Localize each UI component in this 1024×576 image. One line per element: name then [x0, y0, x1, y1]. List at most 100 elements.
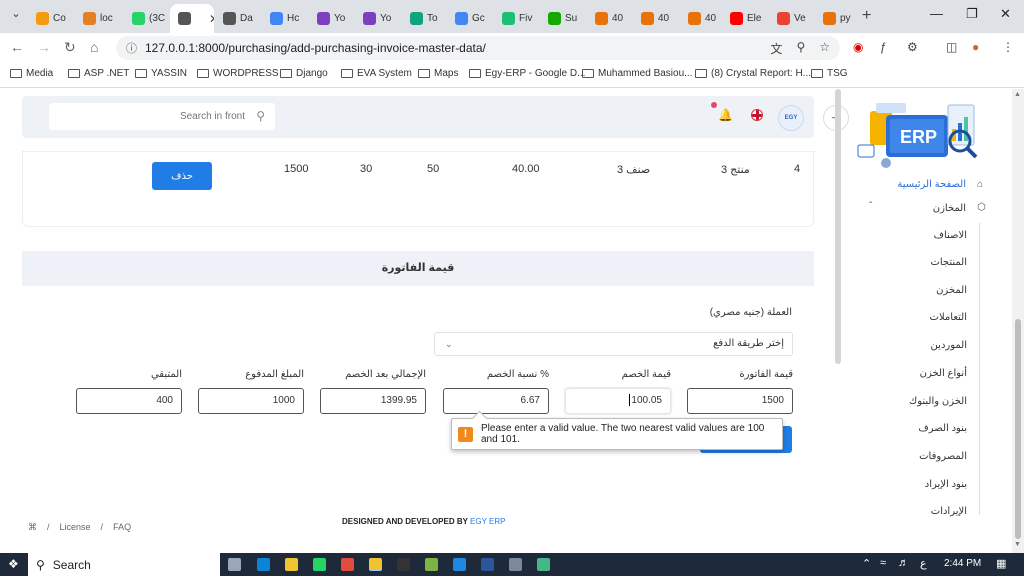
- paid-amount-field[interactable]: 1000: [198, 388, 304, 414]
- chevron-up-icon[interactable]: ˆ: [869, 201, 872, 212]
- bookmark-item[interactable]: Django: [280, 68, 328, 79]
- sidebar-subitem[interactable]: التعاملات: [930, 312, 967, 323]
- browser-tab[interactable]: (3C: [124, 6, 168, 30]
- translate-icon[interactable]: 文: [770, 40, 782, 57]
- scroll-down-icon[interactable]: ▼: [1014, 541, 1021, 548]
- notifications-icon[interactable]: ▦: [996, 557, 1006, 570]
- edge-icon[interactable]: [257, 558, 270, 571]
- page-scrollbar[interactable]: ▲ ▼: [1012, 89, 1024, 553]
- app3-icon[interactable]: [509, 558, 522, 571]
- browser-tab[interactable]: Ve: [769, 6, 813, 30]
- browser-tab[interactable]: py: [815, 6, 859, 30]
- language-flag-icon[interactable]: [751, 109, 763, 121]
- browser-tab[interactable]: Su: [540, 6, 584, 30]
- info-icon[interactable]: ⓘ: [126, 40, 137, 56]
- browser-menu-icon[interactable]: ⋮: [1002, 40, 1014, 54]
- taskbar-search[interactable]: ⚲ Search: [28, 553, 220, 576]
- browser-tab[interactable]: loc: [75, 6, 119, 30]
- reload-icon[interactable]: ↻: [64, 39, 76, 56]
- windows-start-icon[interactable]: ❖: [8, 557, 19, 571]
- browser-tab[interactable]: To: [402, 6, 446, 30]
- home-icon[interactable]: ⌂: [90, 39, 98, 55]
- app-icon[interactable]: [341, 558, 354, 571]
- bookmark-item[interactable]: (8) Crystal Report: H...: [695, 68, 811, 79]
- bookmark-item[interactable]: Maps: [418, 68, 458, 79]
- app2-icon[interactable]: [425, 558, 438, 571]
- sidebar-subitem[interactable]: المخزن: [936, 285, 967, 296]
- tab-search-chevron-icon[interactable]: ⌄: [6, 7, 26, 25]
- discount-value-field[interactable]: 100.05: [565, 388, 671, 414]
- font-extension-icon[interactable]: ƒ: [880, 40, 887, 54]
- payment-method-select[interactable]: ⌄ إختر طريقة الدفع: [434, 332, 793, 356]
- clock[interactable]: 2:44 PM: [944, 558, 981, 569]
- scrollbar-thumb[interactable]: [1015, 319, 1021, 539]
- word-icon[interactable]: [481, 558, 494, 571]
- opera-extension-icon[interactable]: ◉: [853, 40, 863, 54]
- bookmark-item[interactable]: WORDPRESS: [197, 68, 279, 79]
- browser-tab[interactable]: Co: [28, 6, 72, 30]
- new-tab-button[interactable]: +: [862, 7, 871, 25]
- forward-icon[interactable]: →: [37, 39, 51, 55]
- faq-link[interactable]: FAQ: [113, 522, 131, 533]
- license-link[interactable]: License: [60, 522, 91, 533]
- discount-percent-field[interactable]: 6.67: [443, 388, 549, 414]
- whatsapp-icon[interactable]: [313, 558, 326, 571]
- sidebar-subitem[interactable]: الاصناف: [934, 230, 967, 241]
- brand-link[interactable]: EGY ERP: [470, 517, 505, 526]
- search-input[interactable]: [49, 103, 249, 130]
- bookmark-item[interactable]: Muhammed Basiou...: [582, 68, 693, 79]
- sidebar-subitem[interactable]: أنواع الخزن: [920, 368, 967, 379]
- scroll-up-icon[interactable]: ▲: [1014, 91, 1021, 98]
- bookmark-item[interactable]: Egy-ERP - Google D...: [469, 68, 585, 79]
- back-icon[interactable]: ←: [10, 39, 24, 55]
- browser-tab[interactable]: Gc: [447, 6, 491, 30]
- sidebar-item-home[interactable]: الصفحة الرئيسية: [897, 179, 966, 190]
- avatar[interactable]: EGY: [778, 105, 804, 131]
- browser-tab[interactable]: 40: [633, 6, 677, 30]
- sidebar-subitem[interactable]: بنود الصرف: [918, 423, 967, 434]
- extensions-puzzle-icon[interactable]: ⚙: [907, 40, 918, 54]
- volume-icon[interactable]: ♬: [898, 557, 909, 569]
- bookmark-item[interactable]: ASP .NET: [68, 68, 129, 79]
- zoom-icon[interactable]: ⚲: [796, 40, 805, 57]
- restore-icon[interactable]: ❐: [966, 6, 978, 22]
- browser-tab[interactable]: Ele: [722, 6, 766, 30]
- sidebar-subitem[interactable]: الموردين: [931, 340, 967, 351]
- front-search[interactable]: ⚲: [49, 103, 275, 130]
- sidebar-subitem[interactable]: الخزن والبنوك: [909, 396, 967, 407]
- content-scrollbar[interactable]: [835, 89, 841, 364]
- bookmark-item[interactable]: Media: [10, 68, 53, 79]
- address-bar[interactable]: ⓘ 127.0.0.1:8000/purchasing/add-purchasi…: [116, 36, 840, 60]
- browser-tab[interactable]: Yo: [355, 6, 399, 30]
- sidebar-subitem[interactable]: الإيرادات: [931, 506, 967, 517]
- chrome-icon[interactable]: [369, 558, 382, 571]
- bookmark-item[interactable]: YASSIN: [135, 68, 187, 79]
- browser-tab[interactable]: 40: [680, 6, 724, 30]
- browser-tab[interactable]: 40: [587, 6, 631, 30]
- task-view-icon[interactable]: [228, 558, 241, 571]
- bookmark-star-icon[interactable]: ☆: [819, 40, 830, 57]
- terminal-icon[interactable]: [397, 558, 410, 571]
- bell-icon[interactable]: 🔔: [718, 108, 733, 122]
- sidebar-item-warehouses[interactable]: المخازن: [933, 203, 966, 214]
- browser-tab[interactable]: Fiv: [494, 6, 538, 30]
- remaining-field[interactable]: 400: [76, 388, 182, 414]
- browser-tab[interactable]: ✕: [170, 4, 214, 33]
- wifi-icon[interactable]: ≈: [880, 557, 886, 569]
- sidebar-subitem[interactable]: بنود الإيراد: [925, 479, 967, 490]
- invoice-value-field[interactable]: 1500: [687, 388, 793, 414]
- browser-tab[interactable]: Hc: [262, 6, 306, 30]
- close-tab-icon[interactable]: ✕: [209, 12, 214, 26]
- django-icon[interactable]: [537, 558, 550, 571]
- sidebar-subitem[interactable]: المنتجات: [930, 257, 967, 268]
- side-panel-icon[interactable]: ◫: [946, 40, 957, 54]
- close-window-icon[interactable]: ✕: [1000, 6, 1011, 22]
- sidebar-subitem[interactable]: المصروفات: [919, 451, 967, 462]
- bookmark-item[interactable]: EVA System: [341, 68, 412, 79]
- vscode-icon[interactable]: [453, 558, 466, 571]
- total-after-discount-field[interactable]: 1399.95: [320, 388, 426, 414]
- profile-avatar-icon[interactable]: ●: [972, 40, 979, 54]
- delete-row-button[interactable]: حذف: [152, 162, 212, 190]
- browser-tab[interactable]: Da: [215, 6, 259, 30]
- bookmark-item[interactable]: TSG: [811, 68, 848, 79]
